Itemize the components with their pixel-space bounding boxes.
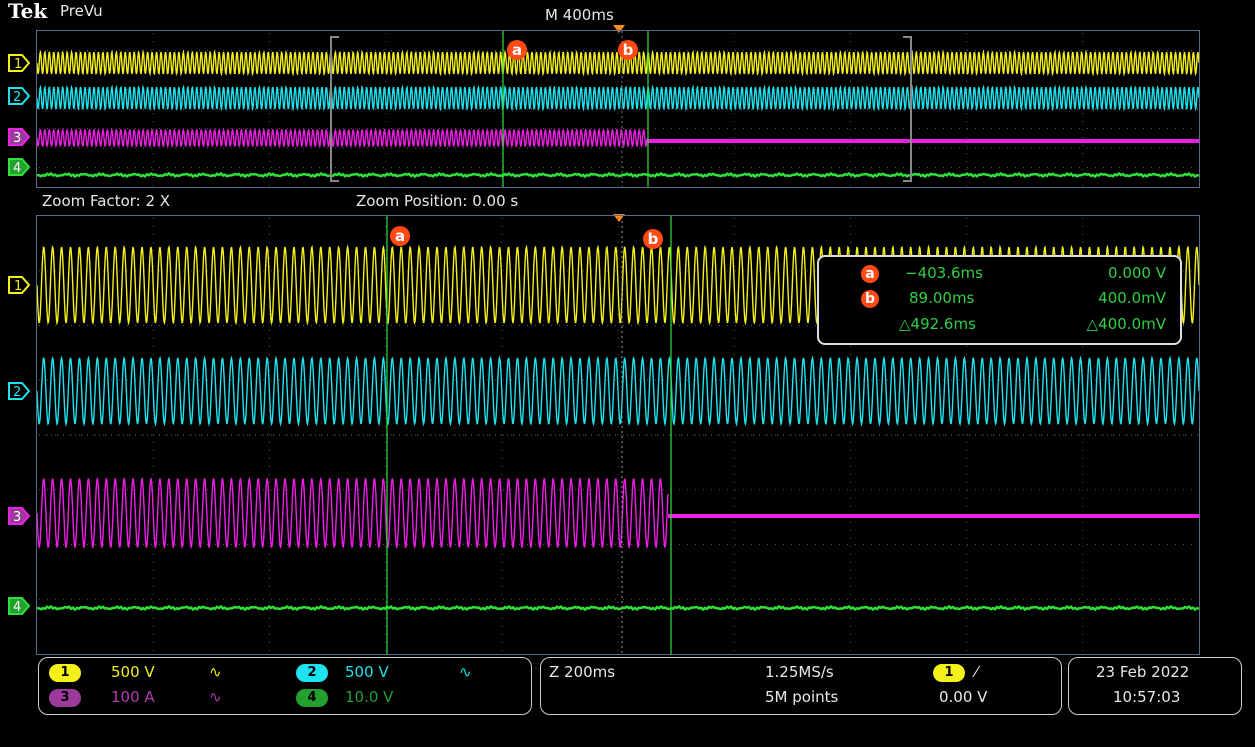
cursor-a-value: 0.000 V bbox=[1108, 264, 1166, 282]
zoom-channel-3-marker[interactable]: 3 bbox=[8, 507, 30, 525]
trigger-level: 0.00 V bbox=[939, 688, 988, 706]
zoom-cursor-b-label[interactable]: b bbox=[643, 229, 663, 249]
overview-channel-3-marker[interactable]: 3 bbox=[8, 128, 30, 146]
zoom-factor-label: Zoom Factor: 2 X bbox=[42, 192, 171, 210]
zoom-timebase: Z 200ms bbox=[549, 663, 616, 681]
overview-trace-ch2 bbox=[37, 84, 1199, 112]
delta-time: △492.6ms bbox=[899, 315, 976, 333]
channel-1-scale: 500 V bbox=[111, 663, 155, 681]
readout-row-delta: △492.6ms △400.0mV bbox=[819, 315, 1180, 337]
overview-plot bbox=[37, 31, 1199, 187]
acquisition-panel[interactable]: Z 200ms 1.25MS/s 5M points 1 ⁄ 0.00 V bbox=[540, 657, 1062, 715]
svg-text:4: 4 bbox=[13, 161, 21, 176]
zoom-cursor-a-label[interactable]: a bbox=[390, 226, 410, 246]
timebase-label: M 400ms bbox=[545, 6, 614, 24]
overview-cursor-b-label[interactable]: b bbox=[618, 40, 638, 60]
trigger-source-badge[interactable]: 1 bbox=[933, 664, 965, 682]
zoom-trace-ch2 bbox=[37, 355, 1199, 427]
readout-row-b: b 89.00ms 400.0mV bbox=[819, 289, 1180, 311]
date-label: 23 Feb 2022 bbox=[1096, 663, 1190, 681]
zoom-position-label: Zoom Position: 0.00 s bbox=[356, 192, 519, 210]
channel-2-scale: 500 V bbox=[345, 663, 389, 681]
zoom-channel-2-marker[interactable]: 2 bbox=[8, 382, 30, 400]
svg-text:4: 4 bbox=[13, 600, 21, 615]
trigger-slope-icon: ⁄ bbox=[975, 663, 978, 681]
zoom-channel-1-marker[interactable]: 1 bbox=[8, 276, 30, 294]
delta-value: △400.0mV bbox=[1086, 315, 1166, 333]
overview-trace-ch4 bbox=[37, 171, 1199, 179]
channel-1-coupling-icon: ∿ bbox=[209, 663, 222, 681]
readout-row-a: a −403.6ms 0.000 V bbox=[819, 264, 1180, 286]
overview-channel-4-marker[interactable]: 4 bbox=[8, 158, 30, 176]
svg-text:3: 3 bbox=[13, 510, 21, 525]
channel-1-badge[interactable]: 1 bbox=[49, 664, 81, 682]
channel-3-coupling-icon: ∿ bbox=[209, 688, 222, 706]
datetime-panel[interactable]: 23 Feb 2022 10:57:03 bbox=[1068, 657, 1242, 715]
svg-text:2: 2 bbox=[13, 385, 21, 400]
overview-channel-1-marker[interactable]: 1 bbox=[8, 54, 30, 72]
mode-label: PreVu bbox=[60, 2, 103, 20]
svg-text:1: 1 bbox=[14, 57, 22, 72]
time-label: 10:57:03 bbox=[1113, 688, 1181, 706]
svg-text:2: 2 bbox=[13, 90, 21, 105]
channel-3-badge[interactable]: 3 bbox=[49, 689, 81, 707]
overview-trace-ch1 bbox=[37, 49, 1199, 77]
overview-cursor-a-label[interactable]: a bbox=[507, 40, 527, 60]
channel-2-coupling-icon: ∿ bbox=[459, 663, 472, 681]
channel-2-badge[interactable]: 2 bbox=[296, 664, 328, 682]
sample-rate: 1.25MS/s bbox=[765, 663, 834, 681]
zoom-channel-4-marker[interactable]: 4 bbox=[8, 597, 30, 615]
zoom-trace-ch3 bbox=[37, 477, 669, 549]
cursor-readout-panel[interactable]: a −403.6ms 0.000 V b 89.00ms 400.0mV △49… bbox=[817, 255, 1182, 345]
cursor-b-time: 89.00ms bbox=[909, 289, 975, 307]
cursor-a-time: −403.6ms bbox=[905, 264, 983, 282]
readout-cursor-b-icon: b bbox=[861, 290, 879, 308]
overview-trace-ch3 bbox=[37, 128, 648, 148]
brand-logo: Tek bbox=[8, 0, 48, 23]
channel-4-scale: 10.0 V bbox=[345, 688, 394, 706]
cursor-b-value: 400.0mV bbox=[1098, 289, 1166, 307]
channel-4-badge[interactable]: 4 bbox=[296, 689, 328, 707]
overview-channel-2-marker[interactable]: 2 bbox=[8, 87, 30, 105]
svg-text:3: 3 bbox=[13, 131, 21, 146]
record-length: 5M points bbox=[765, 688, 839, 706]
zoom-trace-ch4 bbox=[37, 604, 1199, 612]
svg-text:1: 1 bbox=[14, 279, 22, 294]
channel-3-scale: 100 A bbox=[111, 688, 155, 706]
readout-cursor-a-icon: a bbox=[861, 265, 879, 283]
channel-settings-panel[interactable]: 1 500 V ∿ 2 500 V ∿ 3 100 A ∿ 4 10.0 V bbox=[38, 657, 532, 715]
